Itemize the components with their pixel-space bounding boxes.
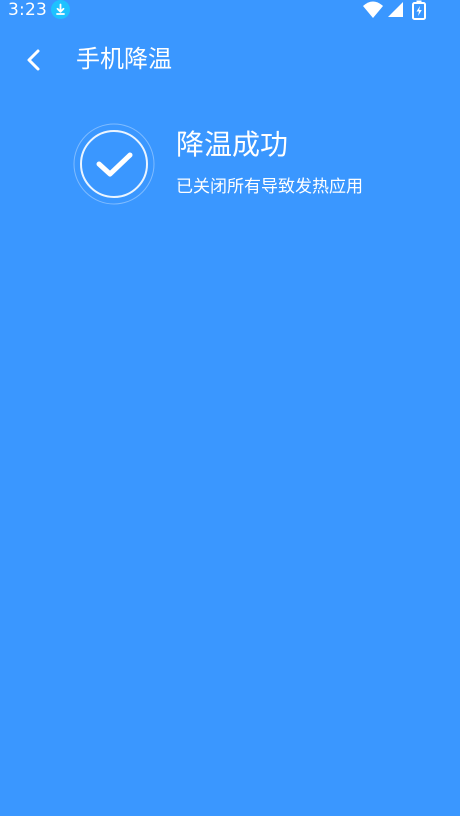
- status-time: 3:23: [8, 0, 47, 20]
- check-circle-icon: [73, 123, 155, 205]
- status-icons: [354, 0, 454, 20]
- status-bar: 3:23: [0, 0, 460, 22]
- download-icon: [51, 0, 70, 19]
- wifi-icon: [363, 1, 383, 18]
- battery-charging-icon: [412, 0, 426, 20]
- signal-icon: [388, 2, 403, 17]
- page-title: 手机降温: [76, 45, 172, 73]
- toolbar: 手机降温: [0, 22, 460, 98]
- back-button[interactable]: [14, 42, 54, 78]
- result-title: 降温成功: [176, 128, 289, 161]
- back-arrow-icon: [27, 49, 40, 71]
- result-subtitle: 已关闭所有导致发热应用: [176, 177, 363, 197]
- cooling-result: 降温成功 已关闭所有导致发热应用: [72, 122, 432, 206]
